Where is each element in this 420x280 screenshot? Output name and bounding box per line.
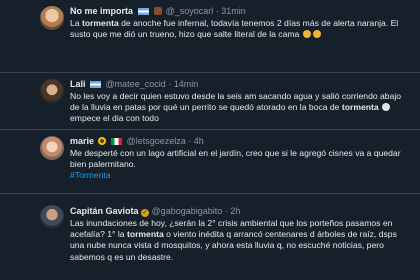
tweet[interactable]: No me importa @_soyocarl · 31min La torm… [0, 0, 420, 72]
verified-badge-icon: ✓ [141, 209, 150, 217]
author-handle[interactable]: @_soyocarl [166, 6, 214, 16]
argentina-flag-icon [90, 81, 102, 88]
tweet[interactable]: marie @letsgoezelza · 4h Me desperté con… [0, 129, 420, 193]
author-name[interactable]: marie [70, 136, 94, 146]
author-handle[interactable]: @letsgoezelza [127, 136, 186, 146]
sunflower-icon [97, 137, 106, 145]
tweet-text: Me desperté con un lago artificial en el… [70, 148, 401, 181]
sweat-face-icon [312, 30, 321, 39]
avatar[interactable] [40, 136, 64, 160]
tweet-header: marie @letsgoezelza · 4h [70, 135, 406, 147]
grimacing-face-icon [302, 30, 311, 39]
tweet-header: Lali @matee_cocid · 14min [70, 78, 406, 90]
keyword-highlight: tormenta [341, 102, 379, 113]
coffee-icon [154, 7, 163, 15]
avatar[interactable] [40, 205, 64, 229]
argentina-flag-icon [137, 8, 149, 15]
avatar[interactable] [40, 6, 64, 30]
tweet[interactable]: Lali @matee_cocid · 14min No les voy a d… [0, 72, 420, 129]
separator-dot: · [224, 206, 228, 216]
tweet-text: No les voy a decir quien estuvo desde la… [70, 91, 402, 124]
tweet[interactable]: Capitán Gaviota ✓ @gabogabigabito · 2h L… [0, 193, 420, 280]
author-handle[interactable]: @gabogabigabito [152, 206, 223, 216]
separator-dot: · [215, 6, 219, 16]
author-name[interactable]: Lali [70, 79, 86, 89]
tweet-text: Las inundaciones de hoy, ¿serán la 2° cr… [70, 218, 397, 262]
author-handle[interactable]: @matee_cocid [106, 79, 166, 89]
tweet-time[interactable]: 14min [174, 79, 199, 89]
avatar[interactable] [40, 79, 64, 103]
keyword-highlight: tormenta [126, 229, 164, 240]
keyword-highlight: tormenta [81, 18, 119, 28]
tweet-header: No me importa @_soyocarl · 31min [70, 5, 406, 17]
tweet-text: La tormenta de anoche fue infernal, toda… [70, 18, 399, 40]
tweet-feed: No me importa @_soyocarl · 31min La torm… [0, 0, 420, 280]
hashtag-link[interactable]: #Tormenta [70, 170, 111, 180]
author-name[interactable]: No me importa [70, 6, 133, 16]
separator-dot: · [188, 136, 192, 146]
tweet-time[interactable]: 31min [221, 6, 246, 16]
author-name[interactable]: Capitán Gaviota [70, 206, 139, 216]
skull-crossbones-icon [382, 103, 391, 112]
tweet-header: Capitán Gaviota ✓ @gabogabigabito · 2h [70, 205, 406, 217]
italy-flag-icon [111, 138, 123, 145]
tweet-time[interactable]: 2h [230, 206, 240, 216]
separator-dot: · [168, 79, 172, 89]
tweet-time[interactable]: 4h [194, 136, 204, 146]
